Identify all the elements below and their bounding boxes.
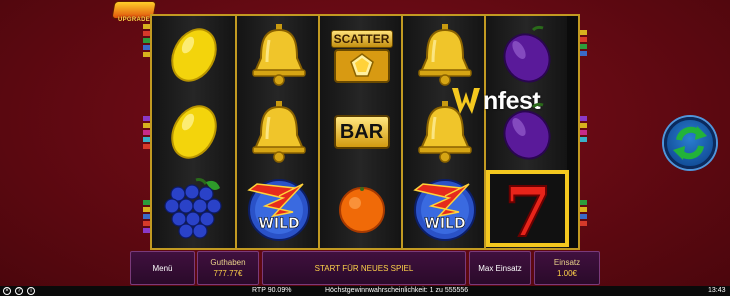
symbol-bell: [403, 16, 486, 93]
bar-label: BAR: [333, 114, 390, 149]
symbol-seven: 7: [486, 170, 569, 247]
symbol-wild: WILD: [237, 170, 320, 247]
symbol-bell: [237, 16, 320, 93]
rtp-text: RTP 90.09%: [252, 287, 292, 294]
menu-button[interactable]: Menü: [130, 251, 195, 285]
status-bar: × ? i RTP 90.09% Höchstgewinnwahrscheinl…: [0, 286, 730, 296]
wild-icon: WILD: [246, 178, 310, 241]
seven-label: 7: [504, 176, 551, 242]
bell-icon: [417, 100, 472, 163]
bell-icon: [251, 100, 306, 163]
refresh-arrows-icon: [673, 126, 707, 160]
symbol-bell: [237, 93, 320, 170]
plum-icon: [502, 102, 551, 160]
symbol-plum: [486, 16, 569, 93]
orange-icon: [338, 186, 385, 233]
max-bet-label: Max Einsatz: [478, 263, 522, 273]
reel-5: 7: [484, 16, 569, 248]
seven-icon: 7: [503, 176, 552, 242]
max-win-probability-text: Höchstgewinnwahrscheinlichkeit: 1 zu 555…: [325, 287, 469, 294]
menu-label: Menü: [152, 263, 173, 273]
symbol-grapes: [152, 170, 235, 247]
bet-label: Einsatz: [553, 258, 581, 267]
plum-icon: [502, 25, 551, 83]
reel-area: WILD SCATTER BAR WILD 7: [150, 14, 580, 250]
wild-icon: WILD: [412, 178, 476, 241]
spin-label: START FÜR NEUES SPIEL: [314, 263, 414, 273]
refresh-button[interactable]: [664, 117, 716, 169]
reel-4: WILD: [401, 16, 484, 248]
grapes-icon: [163, 177, 222, 239]
settings-icon[interactable]: i: [27, 287, 35, 295]
symbol-bar: BAR: [320, 93, 403, 170]
symbol-wild: WILD: [403, 170, 486, 247]
spin-button[interactable]: START FÜR NEUES SPIEL: [262, 251, 466, 285]
info-icon[interactable]: ?: [15, 287, 23, 295]
symbol-lemon: [152, 16, 235, 93]
max-bet-button[interactable]: Max Einsatz: [469, 251, 531, 285]
wild-label: WILD: [258, 216, 299, 232]
balance-display: Guthaben 777.77€: [197, 251, 259, 285]
bell-icon: [417, 23, 472, 86]
treasure-chest-icon: [333, 48, 390, 83]
wild-label: WILD: [424, 216, 465, 232]
reel-1: [152, 16, 235, 248]
clock-text: 13:43: [708, 287, 726, 294]
lemon-icon: [170, 104, 217, 159]
symbol-orange: [320, 170, 403, 247]
bet-value: 1.00€: [556, 269, 578, 278]
balance-value: 777.77€: [213, 269, 243, 278]
close-icon[interactable]: ×: [3, 287, 11, 295]
bet-display[interactable]: Einsatz 1.00€: [534, 251, 600, 285]
reel-2: WILD: [235, 16, 318, 248]
symbol-bell: [403, 93, 486, 170]
reel-3: SCATTER BAR: [318, 16, 401, 248]
symbol-plum: [486, 93, 569, 170]
symbol-lemon: [152, 93, 235, 170]
symbol-scatter: SCATTER: [320, 16, 403, 93]
lemon-icon: [170, 27, 217, 82]
balance-label: Guthaben: [210, 258, 246, 267]
bell-icon: [251, 23, 306, 86]
